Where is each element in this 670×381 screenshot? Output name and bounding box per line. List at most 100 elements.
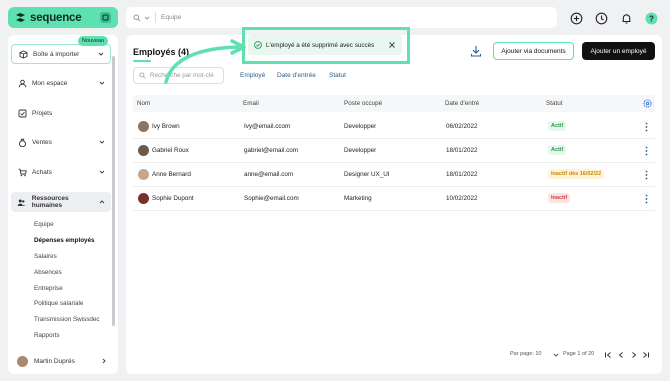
brand-bar[interactable]: sequence <box>8 7 118 28</box>
more-options-icon[interactable] <box>645 146 648 156</box>
user-name: Martin Duprés <box>34 357 75 365</box>
table-row[interactable]: Gabriel Roux gabriel@email.com Developpe… <box>133 139 655 163</box>
search-input[interactable]: Equipe <box>161 14 181 21</box>
help-icon[interactable]: ? <box>643 10 659 26</box>
first-page-icon[interactable] <box>604 351 612 359</box>
new-badge: Nouveau <box>78 36 109 46</box>
col-email[interactable]: Email <box>243 100 259 107</box>
table-header <box>133 95 655 112</box>
subitem-salaires[interactable]: Salaires <box>34 253 57 260</box>
box-icon <box>18 49 28 59</box>
highlight-arrow <box>164 39 246 84</box>
chevron-right-icon[interactable] <box>101 358 107 364</box>
cart-icon <box>17 167 27 177</box>
avatar <box>138 169 149 180</box>
sidebar-item-ventes[interactable]: Ventes <box>11 132 111 152</box>
cell-date: 10/02/2022 <box>446 195 478 202</box>
avatar <box>138 193 149 204</box>
per-page-select[interactable]: Par page: 10 <box>510 351 542 357</box>
col-nom[interactable]: Nom <box>137 100 150 107</box>
money-bag-icon <box>17 137 27 147</box>
add-via-documents-button[interactable]: Ajouter via documents <box>493 42 574 60</box>
user-menu[interactable]: Martin Duprés <box>11 351 113 371</box>
subitem-absences[interactable]: Absences <box>34 269 62 276</box>
col-statut[interactable]: Statut <box>546 100 562 107</box>
cell-name: Gabriel Roux <box>152 147 189 154</box>
user-icon <box>17 78 27 88</box>
sidebar-item-label: Projets <box>32 109 53 117</box>
chevron-down-icon[interactable] <box>99 139 105 145</box>
sidebar-item-label: Ventes <box>32 138 52 146</box>
sequence-logo-icon <box>15 12 26 23</box>
chevron-down-icon[interactable] <box>553 352 559 358</box>
sidebar-item-rh[interactable]: Ressources humaines <box>11 192 111 212</box>
success-toast: L'employé a été supprimé avec succès <box>248 35 402 55</box>
chevron-down-icon[interactable] <box>99 169 105 175</box>
subitem-entreprise[interactable]: Entreprise <box>34 285 63 292</box>
cell-date: 06/02/2022 <box>446 123 478 130</box>
subitem-swissdec[interactable]: Transmission Swissdec <box>34 316 100 323</box>
table-row[interactable]: Ivy Brown Ivy@email.ccom Developper 06/0… <box>133 115 655 139</box>
chevron-down-icon[interactable] <box>98 51 104 57</box>
cell-email: gabriel@email.com <box>244 147 298 154</box>
subitem-politique[interactable]: Politique salariale <box>34 300 83 307</box>
more-options-icon[interactable] <box>645 122 648 132</box>
filter-statut[interactable]: Statut <box>329 72 346 79</box>
sidebar-item-mon-espace[interactable]: Mon espace <box>11 73 111 93</box>
more-options-icon[interactable] <box>645 170 648 180</box>
sidebar-item-label: Achats <box>32 168 52 176</box>
col-poste[interactable]: Poste occupé <box>344 100 382 107</box>
search-divider <box>155 12 156 23</box>
cell-name: Ivy Brown <box>152 123 180 130</box>
bell-icon[interactable] <box>618 10 634 26</box>
toast-message: L'employé a été supprimé avec succès <box>266 41 375 49</box>
settings-gear-icon[interactable] <box>643 99 652 108</box>
sidebar-item-achats[interactable]: Achats <box>11 162 111 182</box>
chevron-down-icon[interactable] <box>99 80 105 86</box>
prev-page-icon[interactable] <box>617 351 625 359</box>
sidebar-scrollbar[interactable] <box>112 56 115 326</box>
download-icon[interactable] <box>469 44 483 58</box>
sidebar-item-label: Mon espace <box>32 79 68 87</box>
page-info: Page 1 of 20 <box>563 351 595 357</box>
brand-name: sequence <box>30 11 82 24</box>
avatar <box>138 145 149 156</box>
avatar <box>17 355 28 367</box>
sidebar: Boîte à importer Nouveau Mon espace Proj… <box>8 35 118 374</box>
more-options-icon[interactable] <box>645 194 648 204</box>
close-icon[interactable] <box>388 41 396 49</box>
status-badge: Inactif <box>548 193 571 203</box>
cell-name: Sophie Dupont <box>152 195 194 202</box>
subitem-equipe[interactable]: Equipe <box>34 221 54 228</box>
table-row[interactable]: Sophie Dupont Sophie@email.com Marketing… <box>133 187 655 211</box>
last-page-icon[interactable] <box>642 351 650 359</box>
menu-toggle-icon[interactable] <box>100 12 111 23</box>
filter-date-entree[interactable]: Date d'entrée <box>277 72 316 79</box>
sidebar-item-projets[interactable]: Projets <box>11 103 111 123</box>
users-icon <box>17 197 27 207</box>
cell-date: 18/01/2022 <box>446 147 478 154</box>
cell-role: Designer UX_UI <box>344 171 390 178</box>
cell-date: 18/01/2022 <box>446 171 478 178</box>
status-badge: Actif <box>548 121 567 131</box>
col-date[interactable]: Date d'entré <box>445 100 479 107</box>
sidebar-item-import[interactable]: Boîte à importer <box>11 44 111 64</box>
search-icon <box>133 14 141 22</box>
svg-text:?: ? <box>649 14 654 23</box>
subitem-rapports[interactable]: Rapports <box>34 332 60 339</box>
cell-email: Ivy@email.ccom <box>244 123 291 130</box>
table-row[interactable]: Anne Bernard anne@email.com Designer UX_… <box>133 163 655 187</box>
chevron-down-icon[interactable] <box>144 15 150 21</box>
avatar <box>138 121 149 132</box>
title-underline <box>133 60 151 62</box>
chevron-up-icon[interactable] <box>99 199 105 205</box>
next-page-icon[interactable] <box>630 351 638 359</box>
add-circle-icon[interactable] <box>568 10 584 26</box>
global-search[interactable]: Equipe <box>126 7 557 28</box>
cell-role: Developper <box>344 147 377 154</box>
subitem-depenses[interactable]: Dépenses employés <box>34 237 95 244</box>
sidebar-item-label: Boîte à importer <box>33 50 80 58</box>
cell-email: Sophie@email.com <box>244 195 299 202</box>
clock-icon[interactable] <box>593 10 609 26</box>
add-employee-button[interactable]: Ajouter un employé <box>582 42 655 60</box>
